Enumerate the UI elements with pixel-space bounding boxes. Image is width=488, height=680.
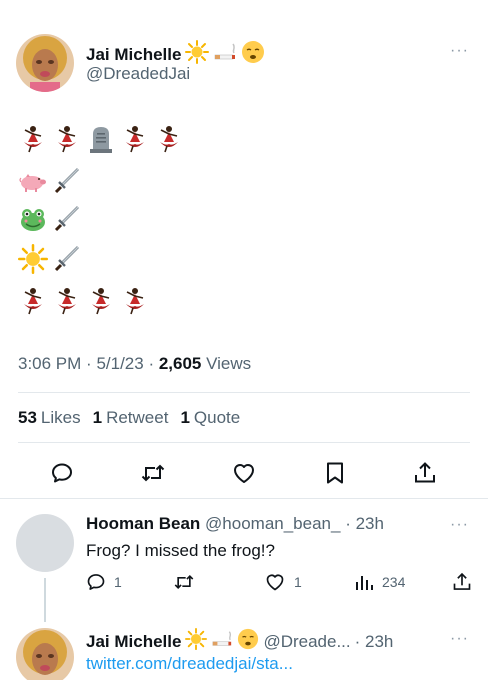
reply-author-handle[interactable]: @hooman_bean_: [205, 514, 340, 533]
views-label: Views: [206, 354, 252, 373]
dagger-emoji: [52, 166, 82, 196]
tweet-body-row-2: [18, 166, 82, 196]
reply-retweet-button[interactable]: [173, 572, 195, 592]
likes-label: Likes: [40, 408, 81, 427]
dancer-emoji: [154, 124, 184, 154]
dancer-emoji: [120, 286, 150, 316]
author-avatar[interactable]: [16, 34, 74, 92]
third-tweet-link[interactable]: twitter.com/dreadedjai/sta...: [86, 654, 293, 674]
sun-emoji: [18, 244, 48, 274]
share-icon: [415, 462, 435, 483]
author-name[interactable]: Jai Michelle: [86, 45, 181, 65]
dancer-emoji: [52, 286, 82, 316]
separator-dot: ·: [148, 354, 159, 373]
reply-more-options-icon[interactable]: ···: [450, 516, 469, 534]
reply-like-button[interactable]: 1: [264, 572, 302, 592]
bookmark-icon: [327, 462, 343, 484]
third-author-name[interactable]: Jai Michelle: [86, 632, 181, 652]
reply-views-count: 234: [382, 574, 406, 590]
divider: [18, 442, 470, 443]
tweet-action-bar: [0, 458, 488, 488]
retweet-button[interactable]: [138, 458, 168, 488]
quotes-label: Quote: [193, 408, 241, 427]
reply-like-count: 1: [294, 574, 302, 590]
reply-icon: [52, 463, 72, 483]
reply-text: Frog? I missed the frog!?: [86, 541, 275, 560]
divider: [0, 498, 488, 499]
tweet-date[interactable]: 5/1/23: [96, 354, 143, 373]
cigarette-emoji: [211, 628, 233, 655]
headstone-emoji: [86, 124, 116, 154]
third-author-avatar[interactable]: [16, 628, 74, 680]
frog-emoji: [18, 204, 48, 234]
analytics-icon: [356, 576, 373, 590]
tweet-body-row-4: [18, 244, 82, 274]
dancer-emoji: [86, 286, 116, 316]
like-button[interactable]: [229, 458, 259, 488]
share-button[interactable]: [410, 458, 440, 488]
tweet-body-row-1: [18, 124, 184, 154]
reply-share-button[interactable]: [452, 572, 472, 592]
like-icon: [234, 464, 254, 483]
reply-header: Hooman Bean @hooman_bean_ · 23h: [86, 514, 384, 534]
sun-emoji: [185, 628, 208, 655]
retweet-icon: [141, 464, 165, 482]
tweet-meta: 3:06 PM · 5/1/23 · 2,605 Views: [18, 354, 251, 374]
third-author-handle[interactable]: @Dreade...: [263, 632, 350, 652]
more-options-icon[interactable]: ···: [450, 42, 469, 60]
reply-avatar[interactable]: [16, 514, 74, 572]
tweet-time[interactable]: 3:06 PM: [18, 354, 81, 373]
reply-icon: [87, 574, 105, 590]
likes-stat[interactable]: 53 Likes: [18, 408, 81, 428]
third-more-options-icon[interactable]: ···: [450, 630, 469, 648]
quotes-stat[interactable]: 1 Quote: [180, 408, 240, 428]
views-count: 2,605: [158, 354, 202, 373]
retweets-label: Retweet: [106, 408, 169, 427]
reply-button[interactable]: [47, 458, 77, 488]
tweet-body-row-3: [18, 204, 82, 234]
author-handle[interactable]: @DreadedJai: [86, 64, 190, 84]
relieved-face-emoji: [241, 40, 265, 69]
retweets-stat[interactable]: 1 Retweet: [93, 408, 169, 428]
third-header: Jai Michelle @Dreade... · 23h: [86, 628, 393, 655]
retweet-icon: [174, 574, 194, 590]
cigarette-emoji: [213, 40, 237, 69]
dancer-emoji: [18, 124, 48, 154]
reply-time[interactable]: · 23h: [345, 514, 384, 533]
dancer-emoji: [18, 286, 48, 316]
reply-action-bar: 1 1 234: [0, 572, 488, 596]
like-icon: [266, 574, 284, 591]
likes-count: 53: [18, 408, 37, 427]
tweet-stats: 53 Likes 1 Retweet 1 Quote: [18, 408, 240, 428]
reply-author-name[interactable]: Hooman Bean: [86, 514, 200, 533]
relieved-face-emoji: [237, 628, 259, 655]
tweet-body-row-5: [18, 286, 150, 316]
reply-views-button[interactable]: 234: [354, 572, 405, 592]
pig-emoji: [18, 166, 48, 196]
retweets-count: 1: [92, 408, 103, 427]
dagger-emoji: [52, 204, 82, 234]
reply-reply-button[interactable]: 1: [86, 572, 122, 592]
reply-reply-count: 1: [114, 574, 122, 590]
share-icon: [453, 572, 471, 590]
dagger-emoji: [52, 244, 82, 274]
divider: [18, 392, 470, 393]
separator-dot: ·: [86, 354, 97, 373]
third-time[interactable]: · 23h: [355, 632, 394, 652]
quotes-count: 1: [180, 408, 190, 427]
dancer-emoji: [120, 124, 150, 154]
dancer-emoji: [52, 124, 82, 154]
bookmark-button[interactable]: [320, 458, 350, 488]
